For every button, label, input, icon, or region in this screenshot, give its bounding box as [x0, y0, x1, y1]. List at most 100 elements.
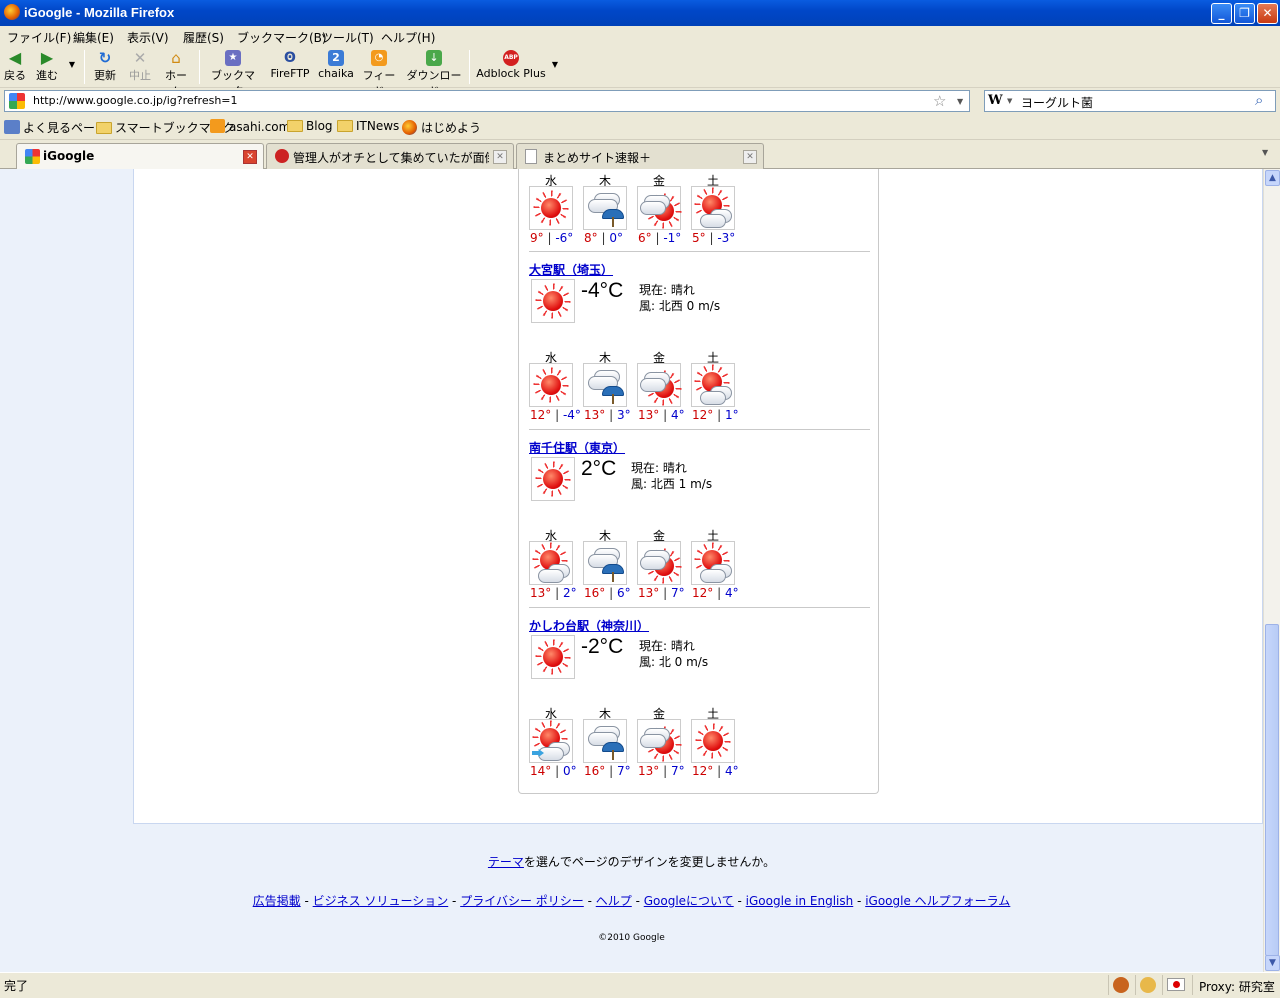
- adblock-button[interactable]: ABP Adblock Plus: [476, 50, 546, 80]
- forecast-high: 12°: [692, 408, 714, 422]
- back-button[interactable]: ◀ 戻る: [4, 50, 26, 83]
- page-content: 水 9° | -6° 木 8° | 0° 金 6° | -1° 土 5° | -3° 大宮駅（埼…: [0, 169, 1263, 972]
- forecast-low: 4°: [724, 586, 739, 600]
- high-low-separator: |: [551, 586, 563, 600]
- close-tab-icon[interactable]: ✕: [743, 150, 757, 164]
- scroll-up-arrow[interactable]: ▲: [1265, 170, 1280, 186]
- stop-button[interactable]: ✕ 中止: [127, 50, 153, 83]
- menu-tools[interactable]: ツール(T): [321, 29, 374, 46]
- adblock-dropdown[interactable]: ▼: [550, 60, 560, 69]
- menu-bookmarks[interactable]: ブックマーク(B): [237, 29, 327, 46]
- tab-list-dropdown[interactable]: ▼: [1262, 148, 1268, 157]
- google-favicon: [25, 149, 40, 164]
- footer-link-forum[interactable]: iGoogle ヘルプフォーラム: [865, 894, 1010, 908]
- search-engine-dropdown[interactable]: ▼: [1007, 97, 1012, 105]
- forecast-high: 12°: [530, 408, 552, 422]
- history-dropdown[interactable]: ▼: [66, 60, 78, 69]
- city-link[interactable]: 南千住駅（東京）: [529, 439, 625, 456]
- city-link[interactable]: 大宮駅（埼玉）: [529, 261, 613, 278]
- forecast-low: 0°: [609, 231, 623, 245]
- current-condition: 現在: 晴れ: [639, 283, 695, 297]
- forward-button[interactable]: ▶ 進む: [35, 50, 59, 83]
- footer-link-about[interactable]: Googleについて: [644, 894, 734, 908]
- back-arrow-icon: ◀: [8, 48, 22, 67]
- url-dropdown[interactable]: ▼: [957, 97, 963, 106]
- weather-sunny-icon: [531, 635, 575, 679]
- tab-igoogle[interactable]: iGoogle ✕: [16, 143, 264, 170]
- footer-link-help[interactable]: ヘルプ: [596, 894, 632, 908]
- footer-link-privacy[interactable]: プライバシー ポリシー: [460, 894, 584, 908]
- maximize-button[interactable]: ❐: [1234, 3, 1255, 24]
- folder-icon: [96, 122, 112, 134]
- bookmark-asahi[interactable]: asahi.com: [210, 119, 290, 134]
- chaika-button[interactable]: 2 chaika: [318, 50, 354, 80]
- forecast-low: 0°: [562, 764, 577, 778]
- firefox-icon: [402, 120, 417, 135]
- forecast-high: 13°: [638, 408, 660, 422]
- addon-status-icon[interactable]: [1108, 975, 1132, 995]
- tab-kanrinin[interactable]: 管理人がオチとして集めていたが面倒くさ... ✕: [266, 143, 514, 169]
- minimize-button[interactable]: _: [1211, 3, 1232, 24]
- weather-sunny-icon: [531, 279, 575, 323]
- high-low-separator: |: [551, 764, 563, 778]
- high-low-separator: |: [605, 764, 617, 778]
- forecast-high-low: 8° | 0°: [584, 231, 640, 245]
- reload-icon: ↻: [98, 49, 112, 67]
- tab-matome[interactable]: まとめサイト速報＋ ✕: [516, 143, 764, 169]
- bookmark-most-visited[interactable]: よく見るページ: [4, 119, 107, 136]
- forecast-high-low: 13° | 2°: [530, 586, 586, 600]
- current-temperature: -4°C: [581, 279, 624, 302]
- bookmark-getting-started[interactable]: はじめよう: [402, 119, 481, 136]
- current-wind: 風: 北西 1 m/s: [631, 477, 713, 491]
- forecast-high-low: 12° | 4°: [692, 586, 748, 600]
- scroll-down-arrow[interactable]: ▼: [1265, 955, 1280, 971]
- search-field[interactable]: W ▼ ヨーグルト菌 ⌕: [984, 90, 1276, 112]
- forecast-low: 7°: [616, 764, 631, 778]
- menu-history[interactable]: 履歴(S): [183, 29, 224, 46]
- forecast-high-low: 12° | -4°: [530, 408, 586, 422]
- wikipedia-icon[interactable]: W: [988, 93, 1003, 108]
- forecast-high: 5°: [692, 231, 706, 245]
- japan-flag-icon[interactable]: [1162, 975, 1188, 995]
- footer-link-business[interactable]: ビジネス ソリューション: [313, 894, 449, 908]
- close-tab-icon[interactable]: ✕: [243, 150, 257, 164]
- chaika-status-icon[interactable]: [1135, 975, 1159, 995]
- url-text: http://www.google.co.jp/ig?refresh=1: [33, 94, 238, 107]
- chaika-icon: 2: [328, 50, 344, 66]
- forecast-high-low: 12° | 4°: [692, 764, 748, 778]
- search-icon[interactable]: ⌕: [1255, 91, 1263, 109]
- footer-links: 広告掲載 - ビジネス ソリューション - プライバシー ポリシー - ヘルプ …: [252, 894, 1011, 908]
- menu-file[interactable]: ファイル(F): [7, 29, 71, 46]
- reload-button[interactable]: ↻ 更新: [92, 50, 118, 83]
- weather-cloudy-sun-icon: [637, 363, 682, 407]
- footer-link-ads[interactable]: 広告掲載: [253, 894, 301, 908]
- fireftp-button[interactable]: Ꙩ FireFTP: [268, 50, 312, 80]
- weather-sun-cloud-icon: [691, 186, 735, 230]
- forecast-high-low: 13° | 4°: [638, 408, 694, 422]
- forecast-high-low: 5° | -3°: [692, 231, 748, 245]
- weather-sunny-icon: [529, 186, 573, 230]
- bookmark-blog[interactable]: Blog: [287, 119, 333, 133]
- menu-help[interactable]: ヘルプ(H): [381, 29, 435, 46]
- fireftp-icon: Ꙩ: [284, 50, 296, 66]
- footer-link-english[interactable]: iGoogle in English: [746, 894, 854, 908]
- theme-link[interactable]: テーマ: [488, 855, 524, 869]
- menu-edit[interactable]: 編集(E): [73, 29, 114, 46]
- url-field[interactable]: http://www.google.co.jp/ig?refresh=1 ☆ ▼: [4, 90, 970, 112]
- current-temperature: 2°C: [581, 457, 617, 480]
- forecast-high-low: 6° | -1°: [638, 231, 694, 245]
- forecast-low: 6°: [616, 586, 631, 600]
- bookmark-star-icon[interactable]: ☆: [933, 92, 946, 110]
- scrollbar-thumb[interactable]: [1265, 624, 1279, 956]
- weather-cloudy-sun-icon: [637, 719, 682, 763]
- forecast-high: 9°: [530, 231, 544, 245]
- city-link[interactable]: かしわ台駅（神奈川）: [529, 617, 649, 634]
- bookmark-itnews[interactable]: ITNews: [337, 119, 399, 133]
- close-tab-icon[interactable]: ✕: [493, 150, 507, 164]
- weather-sun-cloud-arrow-icon: [529, 719, 573, 763]
- proxy-status[interactable]: Proxy: 研究室: [1192, 975, 1280, 995]
- close-button[interactable]: ✕: [1257, 3, 1278, 24]
- menu-view[interactable]: 表示(V): [127, 29, 169, 46]
- forecast-high: 13°: [638, 586, 660, 600]
- forecast-low: -4°: [562, 408, 581, 422]
